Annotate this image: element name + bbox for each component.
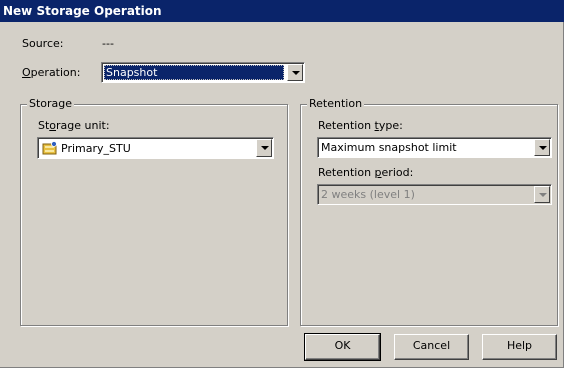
source-value: ---: [102, 37, 114, 50]
retention-type-label-rest: ype:: [378, 119, 403, 132]
operation-selected-value: Snapshot: [104, 65, 284, 80]
storage-unit-value: Primary_STU: [61, 142, 131, 155]
retention-period-select[interactable]: 2 weeks (level 1): [317, 184, 552, 205]
storage-unit-select[interactable]: Primary_STU: [37, 137, 274, 159]
retention-period-label-rest: eriod:: [381, 166, 414, 179]
retention-type-value: Maximum snapshot limit: [321, 141, 457, 154]
chevron-down-icon[interactable]: [287, 64, 303, 81]
storage-unit-label: Storage unit:: [38, 119, 110, 132]
retention-period-label-prefix: Retention: [318, 166, 375, 179]
dialog-title: New Storage Operation: [0, 0, 564, 22]
new-storage-operation-dialog: New Storage Operation Source: --- Operat…: [0, 0, 564, 368]
storage-unit-icon: [42, 141, 57, 155]
storage-unit-label-prefix: St: [38, 119, 50, 132]
storage-group-label: Storage: [27, 97, 75, 111]
operation-label-rest: peration:: [30, 66, 81, 79]
retention-type-select[interactable]: Maximum snapshot limit: [317, 137, 552, 158]
retention-type-label-prefix: Retention: [318, 119, 375, 132]
chevron-down-icon[interactable]: [534, 186, 550, 203]
chevron-down-icon[interactable]: [256, 139, 272, 157]
operation-label-mnemonic: O: [22, 66, 31, 79]
operation-label: Operation:: [22, 66, 80, 79]
ok-button[interactable]: OK: [304, 333, 381, 361]
source-label: Source:: [22, 37, 64, 50]
retention-period-value: 2 weeks (level 1): [321, 188, 415, 201]
retention-type-label: Retention type:: [318, 119, 403, 132]
retention-period-label-mnemonic: p: [374, 166, 382, 179]
cancel-button[interactable]: Cancel: [394, 334, 469, 360]
retention-group-label: Retention: [307, 97, 365, 111]
operation-select[interactable]: Snapshot: [101, 62, 305, 83]
retention-period-label: Retention period:: [318, 166, 413, 179]
storage-unit-value-wrap: Primary_STU: [42, 141, 253, 156]
help-button[interactable]: Help: [482, 334, 557, 360]
storage-unit-label-rest: rage unit:: [56, 119, 110, 132]
chevron-down-icon[interactable]: [534, 139, 550, 156]
